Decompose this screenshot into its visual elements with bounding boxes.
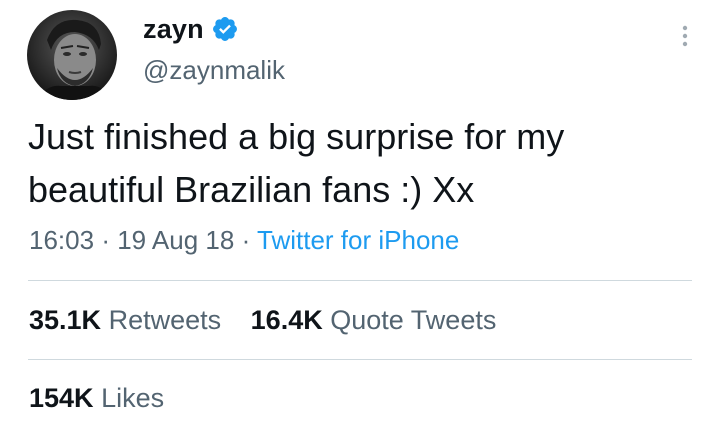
- tweet-date[interactable]: 19 Aug 18: [117, 225, 234, 255]
- more-vertical-icon[interactable]: [676, 22, 694, 52]
- likes-stat[interactable]: 154K Likes: [29, 383, 164, 414]
- divider: [28, 280, 692, 281]
- verified-badge-icon: [211, 15, 239, 43]
- tweet-text-line-1: Just finished a big surprise for my: [28, 116, 565, 157]
- tweet-text: Just finished a big surprise for my beau…: [28, 110, 708, 216]
- tweet-meta: 16:03 · 19 Aug 18 · Twitter for iPhone: [29, 225, 459, 256]
- tweet-time[interactable]: 16:03: [29, 225, 94, 255]
- divider: [28, 359, 692, 360]
- quote-tweets-stat[interactable]: 16.4K Quote Tweets: [251, 305, 497, 335]
- retweets-stat[interactable]: 35.1K Retweets: [29, 305, 229, 335]
- retweets-label: Retweets: [108, 305, 222, 335]
- likes-count: 154K: [29, 383, 94, 413]
- tweet-source-link[interactable]: Twitter for iPhone: [257, 225, 459, 255]
- tweet-text-line-2: beautiful Brazilian fans :) Xx: [28, 169, 475, 210]
- quote-tweets-count: 16.4K: [250, 305, 323, 335]
- engagement-stats: 35.1K Retweets 16.4K Quote Tweets: [29, 305, 518, 336]
- retweets-count: 35.1K: [29, 305, 102, 335]
- user-handle[interactable]: @zaynmalik: [143, 55, 285, 86]
- avatar-image: [27, 10, 117, 100]
- quote-tweets-label: Quote Tweets: [330, 305, 497, 335]
- author-name-row[interactable]: zayn: [143, 11, 239, 47]
- meta-separator: ·: [101, 225, 110, 255]
- display-name[interactable]: zayn: [143, 14, 204, 45]
- avatar[interactable]: [27, 10, 117, 100]
- likes-label: Likes: [101, 383, 165, 413]
- meta-separator: ·: [241, 225, 251, 255]
